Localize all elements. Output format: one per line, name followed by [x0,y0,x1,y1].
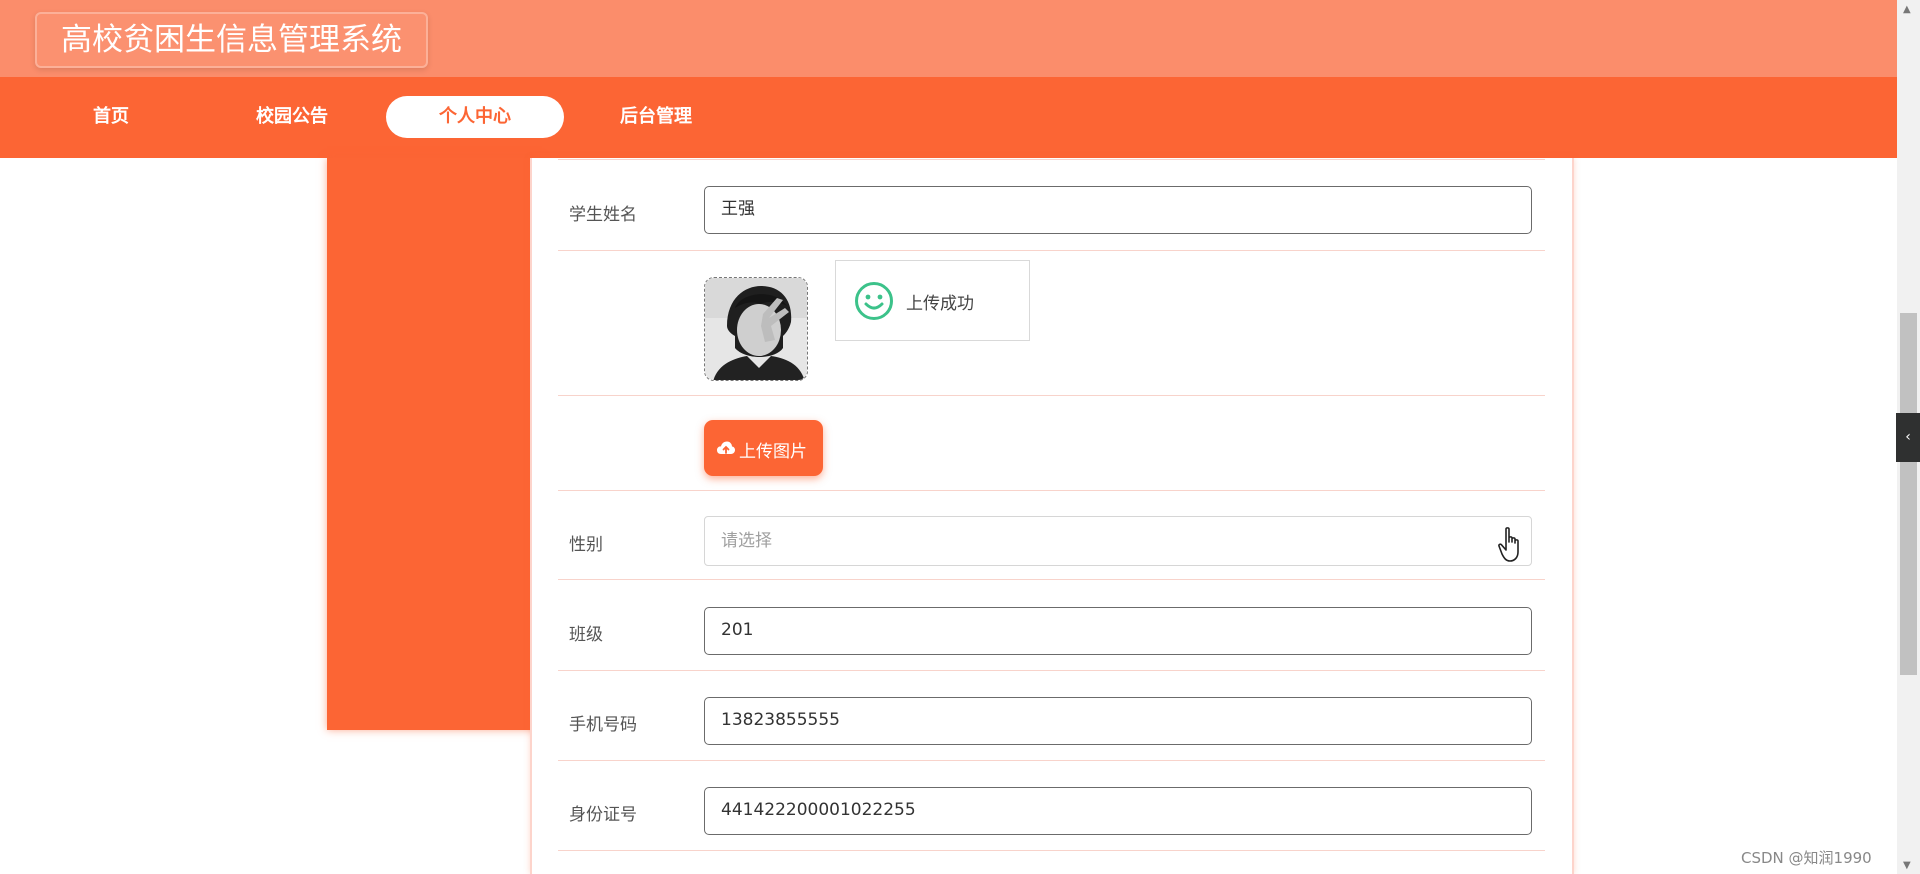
class-input[interactable]: 201 [704,607,1532,655]
row-divider [558,250,1545,251]
phone-input[interactable]: 13823855555 [704,697,1532,745]
phone-label: 手机号码 [569,715,637,735]
scroll-up-icon[interactable]: ▲ [1903,4,1911,15]
nav-item-admin[interactable]: 后台管理 [567,96,745,138]
row-divider [558,850,1545,851]
nav-item-announcements[interactable]: 校园公告 [203,96,381,138]
row-divider [558,760,1545,761]
watermark: CSDN @知润1990 [1741,849,1872,867]
class-label: 班级 [569,625,603,645]
app-title: 高校贫困生信息管理系统 [35,12,428,68]
upload-image-button[interactable]: 上传图片 [704,420,823,476]
gender-select[interactable]: 请选择 [704,516,1532,566]
row-divider [558,490,1545,491]
id-number-input[interactable]: 441422200001022255 [704,787,1532,835]
row-divider [558,395,1545,396]
nav-item-personal-center[interactable]: 个人中心 [386,96,564,138]
row-divider [558,670,1545,671]
smile-icon [855,282,893,320]
upload-image-label: 上传图片 [739,442,807,462]
side-panel [327,158,542,730]
id-number-label: 身份证号 [569,805,637,825]
title-bar: 高校贫困生信息管理系统 [0,0,1897,77]
student-name-input[interactable]: 王强 [704,186,1532,234]
upload-success-text: 上传成功 [906,294,974,314]
scroll-down-icon[interactable]: ▼ [1903,860,1911,871]
nav-item-home[interactable]: 首页 [22,96,200,138]
hand-cursor-icon [1498,527,1519,562]
student-name-label: 学生姓名 [569,205,637,225]
profile-form: 学生姓名 王强 上传成功 上传图片 性别 请选择 班级 201 手机号码 138… [530,158,1574,874]
avatar-image [705,278,807,380]
page: 高校贫困生信息管理系统 首页 校园公告 个人中心 后台管理 学生姓名 王强 上传… [0,0,1920,874]
row-divider [558,579,1545,580]
upload-success-toast: 上传成功 [835,260,1030,341]
nav-bar: 首页 校园公告 个人中心 后台管理 [0,77,1897,158]
cloud-upload-icon [717,441,735,454]
avatar-preview[interactable] [704,277,808,381]
row-divider [558,159,1545,160]
side-toggle-button[interactable]: ‹ [1896,413,1920,462]
gender-label: 性别 [569,535,603,555]
scroll-thumb[interactable] [1900,313,1917,675]
